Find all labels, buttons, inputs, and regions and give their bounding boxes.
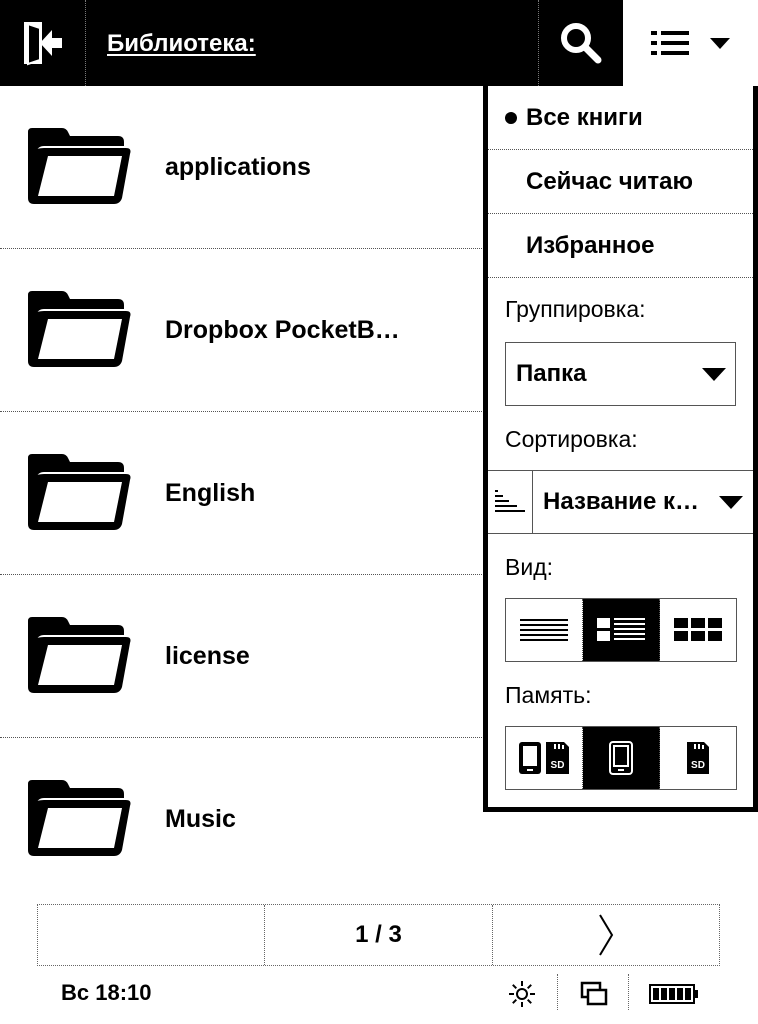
- view-option-grid[interactable]: [660, 599, 736, 661]
- file-name: Music: [165, 805, 236, 833]
- menu-item-all-books[interactable]: Все книги: [488, 86, 753, 150]
- menu-item-reading-now[interactable]: Сейчас читаю: [488, 150, 753, 214]
- sort-ascending-icon: [495, 490, 525, 512]
- menu-item-label: Избранное: [526, 231, 655, 259]
- status-bar: Вс 18:10: [0, 966, 758, 1024]
- internal-memory-icon: [609, 741, 633, 775]
- view-option-detailed[interactable]: [583, 599, 660, 661]
- chevron-down-icon[interactable]: [719, 496, 743, 509]
- top-bar-background: Библиотека:: [0, 0, 623, 86]
- status-divider: [628, 974, 629, 1010]
- page-number: 1 / 3: [355, 921, 402, 948]
- svg-text:SD: SD: [551, 760, 565, 771]
- view-mode-selector: [505, 598, 737, 662]
- pagination-bar: 1 / 3: [37, 904, 720, 966]
- folder-icon: [28, 291, 131, 367]
- sorting-select[interactable]: Название к…: [543, 471, 699, 533]
- file-name: applications: [165, 152, 311, 181]
- folder-icon: [28, 617, 131, 693]
- library-title[interactable]: Библиотека:: [107, 30, 256, 58]
- search-button[interactable]: [538, 0, 623, 86]
- brightness-button[interactable]: [505, 974, 539, 1014]
- next-page-button[interactable]: [493, 905, 719, 965]
- chevron-down-icon: [702, 368, 726, 381]
- menu-item-label: Все книги: [526, 103, 643, 131]
- list-menu-icon: [650, 31, 730, 55]
- grouping-select[interactable]: Папка: [505, 342, 736, 406]
- svg-text:SD: SD: [691, 760, 705, 771]
- grid-view-icon: [674, 618, 722, 641]
- file-name: Dropbox PocketB…: [165, 316, 400, 344]
- battery-indicator[interactable]: [648, 974, 700, 1014]
- battery-icon: [649, 984, 698, 1004]
- grouping-value: Папка: [516, 360, 587, 387]
- sorting-value: Название к…: [543, 488, 699, 515]
- folder-icon: [28, 454, 131, 530]
- list-view-icon: [520, 619, 568, 641]
- exit-button[interactable]: [0, 0, 86, 86]
- menu-item-favorites[interactable]: Избранное: [488, 214, 753, 278]
- internal-and-sd-icon: SD: [519, 742, 569, 774]
- previous-page-button[interactable]: [38, 905, 266, 965]
- folder-icon: [28, 128, 131, 204]
- status-divider: [557, 974, 558, 1010]
- clock: Вс 18:10: [61, 980, 152, 1005]
- memory-option-internal[interactable]: [583, 727, 660, 789]
- search-icon: [561, 23, 602, 64]
- sorting-control: Название к…: [488, 470, 753, 534]
- sd-card-icon: SD: [687, 742, 709, 774]
- file-name: license: [165, 642, 250, 670]
- view-label: Вид:: [505, 554, 553, 580]
- tasks-icon: [580, 981, 608, 1006]
- menu-item-label: Сейчас читаю: [526, 167, 694, 195]
- folder-icon: [28, 780, 131, 856]
- sorting-label: Сортировка:: [505, 426, 638, 452]
- exit-icon: [23, 22, 62, 66]
- file-name: English: [165, 479, 256, 507]
- brightness-icon: [509, 981, 535, 1007]
- view-menu-button[interactable]: [623, 0, 758, 86]
- grouping-label: Группировка:: [505, 296, 646, 322]
- selected-bullet-icon: [505, 112, 517, 124]
- library-options-menu: Все книги Сейчас читаю Избранное Группир…: [483, 86, 758, 812]
- memory-option-sd[interactable]: SD: [660, 727, 736, 789]
- detailed-list-view-icon: [597, 618, 645, 641]
- memory-label: Память:: [505, 682, 592, 708]
- task-manager-button[interactable]: [578, 974, 610, 1014]
- view-option-list[interactable]: [506, 599, 583, 661]
- sort-direction-button[interactable]: [488, 471, 533, 533]
- page-indicator[interactable]: 1 / 3: [265, 905, 493, 965]
- memory-option-all[interactable]: SD: [506, 727, 583, 789]
- chevron-right-icon: [598, 914, 613, 956]
- top-bar: Библиотека:: [0, 0, 758, 86]
- memory-selector: SD SD: [505, 726, 737, 790]
